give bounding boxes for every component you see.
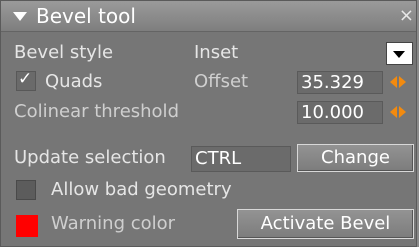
panel-title: Bevel tool bbox=[36, 4, 136, 28]
panel-titlebar[interactable]: Bevel tool × bbox=[1, 1, 416, 32]
allow-bad-geometry-checkbox[interactable] bbox=[16, 180, 36, 200]
bevel-style-label: Bevel style bbox=[14, 42, 114, 63]
change-button[interactable]: Change bbox=[297, 144, 414, 172]
warning-color-label: Warning color bbox=[51, 213, 176, 234]
activate-bevel-button[interactable]: Activate Bevel bbox=[237, 209, 414, 239]
allow-bad-geometry-label: Allow bad geometry bbox=[51, 179, 232, 200]
colinear-threshold-input[interactable]: 10.000 bbox=[297, 101, 383, 124]
bevel-tool-panel: Bevel tool × Bevel style Inset ✓ Quads O… bbox=[0, 0, 417, 247]
bevel-style-dropdown-button[interactable] bbox=[386, 42, 413, 65]
checkmark-icon: ✓ bbox=[18, 69, 33, 89]
update-selection-key-field[interactable]: CTRL bbox=[191, 146, 291, 172]
quads-checkbox[interactable]: ✓ bbox=[16, 69, 36, 91]
chevron-down-icon bbox=[393, 51, 405, 58]
offset-spinner-icon[interactable] bbox=[390, 74, 406, 90]
warning-color-swatch[interactable] bbox=[16, 215, 38, 237]
offset-label: Offset bbox=[194, 71, 249, 92]
offset-input[interactable]: 35.329 bbox=[297, 71, 383, 94]
quads-label: Quads bbox=[45, 71, 103, 92]
close-icon[interactable]: × bbox=[399, 5, 414, 26]
colinear-threshold-label: Colinear threshold bbox=[14, 101, 179, 122]
update-selection-label: Update selection bbox=[14, 147, 166, 168]
colinear-threshold-spinner-icon[interactable] bbox=[390, 104, 406, 120]
bevel-style-value[interactable]: Inset bbox=[194, 42, 238, 63]
collapse-arrow-icon[interactable] bbox=[13, 12, 27, 21]
